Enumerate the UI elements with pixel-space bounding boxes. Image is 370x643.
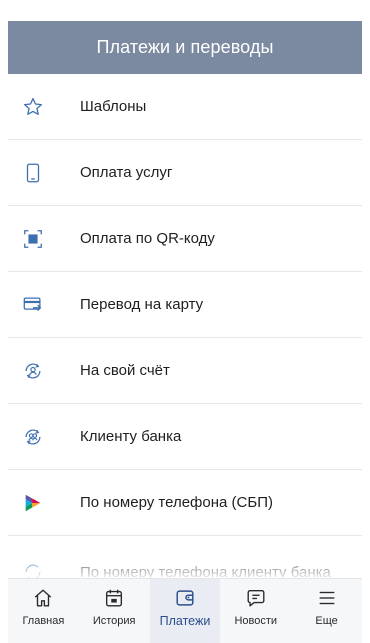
tab-label: Новости bbox=[234, 615, 278, 627]
tab-label: Еще bbox=[315, 615, 338, 627]
tab-label: История bbox=[92, 615, 136, 627]
menu-icon bbox=[316, 587, 338, 609]
menu-item-label: Клиенту банка bbox=[80, 428, 182, 445]
app-header: Платежи и переводы bbox=[8, 21, 362, 74]
payments-menu: Шаблоны Оплата услуг Оплата по QR-коду П… bbox=[8, 74, 362, 578]
chat-icon bbox=[245, 587, 267, 609]
phone-icon bbox=[20, 160, 46, 186]
menu-item-label: На свой счёт bbox=[80, 362, 170, 379]
menu-item-phone-client[interactable]: По номеру телефона клиенту банка bbox=[8, 536, 362, 578]
menu-item-label: По номеру телефона клиенту банка bbox=[80, 564, 331, 578]
tab-label: Главная bbox=[22, 615, 65, 627]
menu-item-label: По номеру телефона (СБП) bbox=[80, 494, 273, 511]
menu-item-own-account[interactable]: На свой счёт bbox=[8, 338, 362, 404]
card-transfer-icon bbox=[20, 292, 46, 318]
menu-item-qr-payment[interactable]: Оплата по QR-коду bbox=[8, 206, 362, 272]
menu-item-label: Шаблоны bbox=[80, 98, 147, 115]
tab-label: Платежи bbox=[159, 614, 211, 628]
page-title: Платежи и переводы bbox=[96, 37, 274, 57]
tab-home[interactable]: Главная bbox=[8, 579, 79, 643]
sbp-icon bbox=[20, 490, 46, 516]
menu-item-templates[interactable]: Шаблоны bbox=[8, 74, 362, 140]
menu-item-label: Оплата по QR-коду bbox=[80, 230, 215, 247]
own-account-icon bbox=[20, 358, 46, 384]
tab-news[interactable]: Новости bbox=[220, 579, 291, 643]
star-icon bbox=[20, 94, 46, 120]
menu-item-sbp[interactable]: По номеру телефона (СБП) bbox=[8, 470, 362, 536]
home-icon bbox=[32, 587, 54, 609]
menu-item-bank-client[interactable]: Клиенту банка bbox=[8, 404, 362, 470]
calendar-icon bbox=[103, 587, 125, 609]
menu-item-label: Оплата услуг bbox=[80, 164, 173, 181]
menu-item-card-transfer[interactable]: Перевод на карту bbox=[8, 272, 362, 338]
bank-client-icon bbox=[20, 424, 46, 450]
tab-payments[interactable]: Платежи bbox=[149, 579, 221, 643]
qr-scan-icon bbox=[20, 226, 46, 252]
menu-item-pay-services[interactable]: Оплата услуг bbox=[8, 140, 362, 206]
phone-client-icon bbox=[20, 559, 46, 578]
menu-item-label: Перевод на карту bbox=[80, 296, 204, 313]
wallet-icon bbox=[174, 587, 196, 609]
tab-history[interactable]: История bbox=[79, 579, 150, 643]
bottom-tab-bar: Главная История Платежи Новости Еще bbox=[8, 578, 362, 643]
tab-more[interactable]: Еще bbox=[291, 579, 362, 643]
